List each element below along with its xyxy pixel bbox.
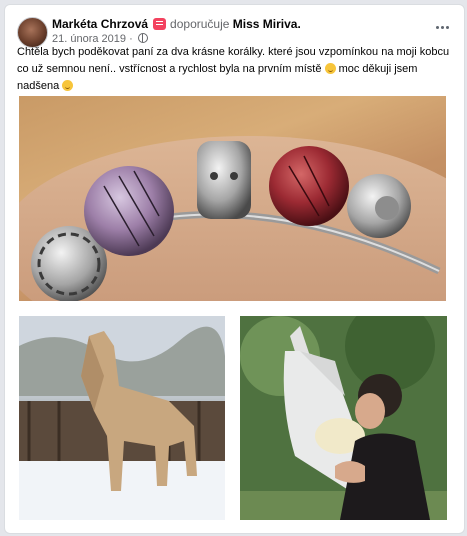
post-card: Markéta Chrzová doporučuje Miss Miriva. 2… bbox=[4, 4, 465, 534]
smile-emoji-icon bbox=[324, 63, 336, 74]
photo-bracelet-image bbox=[19, 136, 446, 301]
photo-girl-image bbox=[240, 316, 447, 520]
photo-bracelet[interactable] bbox=[19, 96, 446, 301]
action-text: doporučuje bbox=[170, 17, 230, 31]
photo-horse-image bbox=[19, 316, 225, 520]
globe-icon bbox=[137, 33, 148, 43]
more-options-icon bbox=[435, 25, 439, 29]
photo-horse[interactable] bbox=[19, 316, 225, 520]
photo-girl-with-horse[interactable] bbox=[240, 316, 447, 520]
author-name[interactable]: Markéta Chrzová bbox=[52, 17, 148, 31]
more-options-dot bbox=[445, 25, 449, 29]
smile-emoji-icon bbox=[62, 80, 74, 91]
recommend-icon bbox=[153, 18, 167, 30]
post-text: Chtěla bych poděkovat paní za dva krásne… bbox=[17, 44, 453, 95]
post-header: Markéta Chrzová doporučuje Miss Miriva. bbox=[52, 17, 301, 31]
recommended-page-name[interactable]: Miss Miriva. bbox=[233, 17, 301, 31]
more-options-dot bbox=[440, 25, 444, 29]
more-options-button[interactable] bbox=[430, 15, 454, 39]
